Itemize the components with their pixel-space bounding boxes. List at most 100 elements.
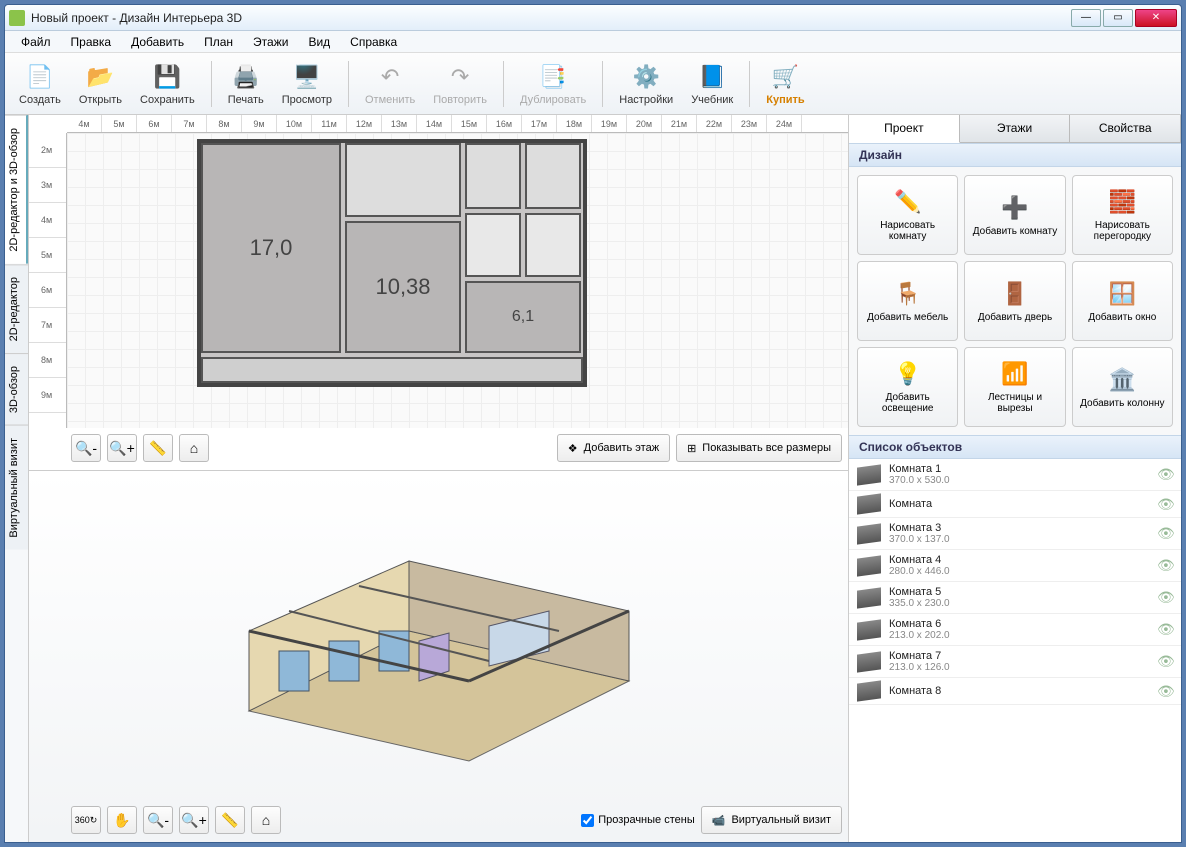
floorplan[interactable]: 17,0 10,38 6,1 [197, 139, 587, 387]
visibility-icon[interactable]: 👁 [1157, 525, 1173, 542]
room-small-4[interactable] [525, 213, 581, 277]
add-light-button[interactable]: 💡Добавить освещение [857, 347, 958, 427]
undo-icon: ↶ [374, 62, 406, 92]
buy-button[interactable]: 🛒Купить [758, 60, 812, 108]
monitor-icon: 🖥️ [291, 62, 323, 92]
room-small-3[interactable] [465, 213, 521, 277]
stairs-button[interactable]: 📶Лестницы и вырезы [964, 347, 1065, 427]
maximize-button[interactable]: ▭ [1103, 9, 1133, 27]
draw-wall-button[interactable]: 🧱Нарисовать перегородку [1072, 175, 1173, 255]
add-furniture-button[interactable]: 🪑Добавить мебель [857, 261, 958, 341]
menu-plan[interactable]: План [196, 33, 241, 51]
tutorial-button[interactable]: 📘Учебник [683, 60, 741, 108]
menu-floors[interactable]: Этажи [245, 33, 296, 51]
pencil-icon: ✏️ [892, 188, 924, 216]
visibility-icon[interactable]: 👁 [1157, 466, 1173, 483]
pan-button[interactable]: ✋ [107, 806, 137, 834]
transparent-walls-checkbox[interactable]: Прозрачные стены [581, 814, 694, 827]
undo-button[interactable]: ↶Отменить [357, 60, 423, 108]
list-item[interactable]: Комната 5335.0 x 230.0👁 [849, 582, 1181, 614]
home-3d-button[interactable]: ⌂ [251, 806, 281, 834]
visibility-icon[interactable]: 👁 [1157, 653, 1173, 670]
home-button[interactable]: ⌂ [179, 434, 209, 462]
tab-floors[interactable]: Этажи [960, 115, 1071, 142]
menu-view[interactable]: Вид [300, 33, 338, 51]
virtual-visit-button[interactable]: 📹Виртуальный визит [701, 806, 842, 834]
menu-file[interactable]: Файл [13, 33, 59, 51]
grid-canvas[interactable]: 17,0 10,38 6,1 [67, 133, 848, 428]
tab-properties[interactable]: Свойства [1070, 115, 1181, 142]
design-section-header: Дизайн [849, 143, 1181, 167]
measure-3d-button[interactable]: 📏 [215, 806, 245, 834]
rotate-360-button[interactable]: 360↻ [71, 806, 101, 834]
views-container: 4м5м6м7м8м9м10м11м12м13м14м15м16м17м18м1… [29, 115, 849, 842]
side-tab-virtual[interactable]: Виртуальный визит [5, 425, 28, 550]
measure-button[interactable]: 📏 [143, 434, 173, 462]
room-2[interactable]: 10,38 [345, 221, 461, 353]
settings-button[interactable]: ⚙️Настройки [611, 60, 681, 108]
view-2d[interactable]: 4м5м6м7м8м9м10м11м12м13м14м15м16м17м18м1… [29, 115, 848, 471]
design-tools-grid: ✏️Нарисовать комнату ➕Добавить комнату 🧱… [849, 167, 1181, 435]
object-name: Комната 7 [889, 650, 1149, 662]
visibility-icon[interactable]: 👁 [1157, 557, 1173, 574]
room-3[interactable]: 6,1 [465, 281, 581, 353]
list-item[interactable]: Комната 4280.0 x 446.0👁 [849, 550, 1181, 582]
room-small-2[interactable] [525, 143, 581, 209]
list-item[interactable]: Комната 6213.0 x 202.0👁 [849, 614, 1181, 646]
zoom-in-3d-button[interactable]: 🔍+ [179, 806, 209, 834]
view3d-toolbar: 360↻ ✋ 🔍- 🔍+ 📏 ⌂ Прозрачные стены 📹Вирту… [71, 804, 842, 836]
main-toolbar: 📄Создать 📂Открыть 💾Сохранить 🖨️Печать 🖥️… [5, 53, 1181, 115]
menu-add[interactable]: Добавить [123, 33, 192, 51]
visibility-icon[interactable]: 👁 [1157, 496, 1173, 513]
cart-icon: 🛒 [769, 62, 801, 92]
book-icon: 📘 [696, 62, 728, 92]
object-name: Комната 8 [889, 685, 1149, 697]
room-small-1[interactable] [465, 143, 521, 209]
visibility-icon[interactable]: 👁 [1157, 621, 1173, 638]
side-tab-3d[interactable]: 3D-обзор [5, 353, 28, 425]
visibility-icon[interactable]: 👁 [1157, 589, 1173, 606]
minimize-button[interactable]: — [1071, 9, 1101, 27]
duplicate-button[interactable]: 📑Дублировать [512, 60, 594, 108]
visibility-icon[interactable]: 👁 [1157, 683, 1173, 700]
list-item[interactable]: Комната👁 [849, 491, 1181, 518]
create-button[interactable]: 📄Создать [11, 60, 69, 108]
add-floor-button[interactable]: ❖Добавить этаж [557, 434, 670, 462]
redo-icon: ↷ [444, 62, 476, 92]
room-hallway[interactable] [201, 357, 583, 383]
zoom-in-button[interactable]: 🔍+ [107, 434, 137, 462]
zoom-out-button[interactable]: 🔍- [71, 434, 101, 462]
preview-button[interactable]: 🖥️Просмотр [274, 60, 340, 108]
print-button[interactable]: 🖨️Печать [220, 60, 272, 108]
list-item[interactable]: Комната 3370.0 x 137.0👁 [849, 518, 1181, 550]
show-dimensions-button[interactable]: ⊞Показывать все размеры [676, 434, 842, 462]
add-room-button[interactable]: ➕Добавить комнату [964, 175, 1065, 255]
add-door-button[interactable]: 🚪Добавить дверь [964, 261, 1065, 341]
list-item[interactable]: Комната 1370.0 x 530.0👁 [849, 459, 1181, 491]
save-button[interactable]: 💾Сохранить [132, 60, 203, 108]
list-item[interactable]: Комната 8 👁 [849, 678, 1181, 705]
add-window-button[interactable]: 🪟Добавить окно [1072, 261, 1173, 341]
object-list[interactable]: Комната 1370.0 x 530.0👁Комната👁Комната 3… [849, 459, 1181, 842]
ruler-horizontal: 4м5м6м7м8м9м10м11м12м13м14м15м16м17м18м1… [67, 115, 848, 133]
object-dimensions: 335.0 x 230.0 [889, 598, 1149, 609]
open-button[interactable]: 📂Открыть [71, 60, 130, 108]
menu-help[interactable]: Справка [342, 33, 405, 51]
close-button[interactable]: ✕ [1135, 9, 1177, 27]
bulb-icon: 💡 [892, 360, 924, 388]
room-3d-icon [857, 651, 881, 672]
room-3d-icon [857, 680, 881, 701]
side-tab-2d[interactable]: 2D-редактор [5, 264, 28, 353]
add-column-button[interactable]: 🏛️Добавить колонну [1072, 347, 1173, 427]
view-3d[interactable]: 360↻ ✋ 🔍- 🔍+ 📏 ⌂ Прозрачные стены 📹Вирту… [29, 471, 848, 842]
tab-project[interactable]: Проект [849, 115, 960, 143]
room-upper[interactable] [345, 143, 461, 217]
redo-button[interactable]: ↷Повторить [425, 60, 495, 108]
side-tab-both[interactable]: 2D-редактор и 3D-обзор [5, 115, 28, 264]
menu-edit[interactable]: Правка [63, 33, 120, 51]
room-1[interactable]: 17,0 [201, 143, 341, 353]
draw-room-button[interactable]: ✏️Нарисовать комнату [857, 175, 958, 255]
zoom-out-3d-button[interactable]: 🔍- [143, 806, 173, 834]
object-name: Комната 1 [889, 463, 1149, 475]
list-item[interactable]: Комната 7213.0 x 126.0👁 [849, 646, 1181, 678]
